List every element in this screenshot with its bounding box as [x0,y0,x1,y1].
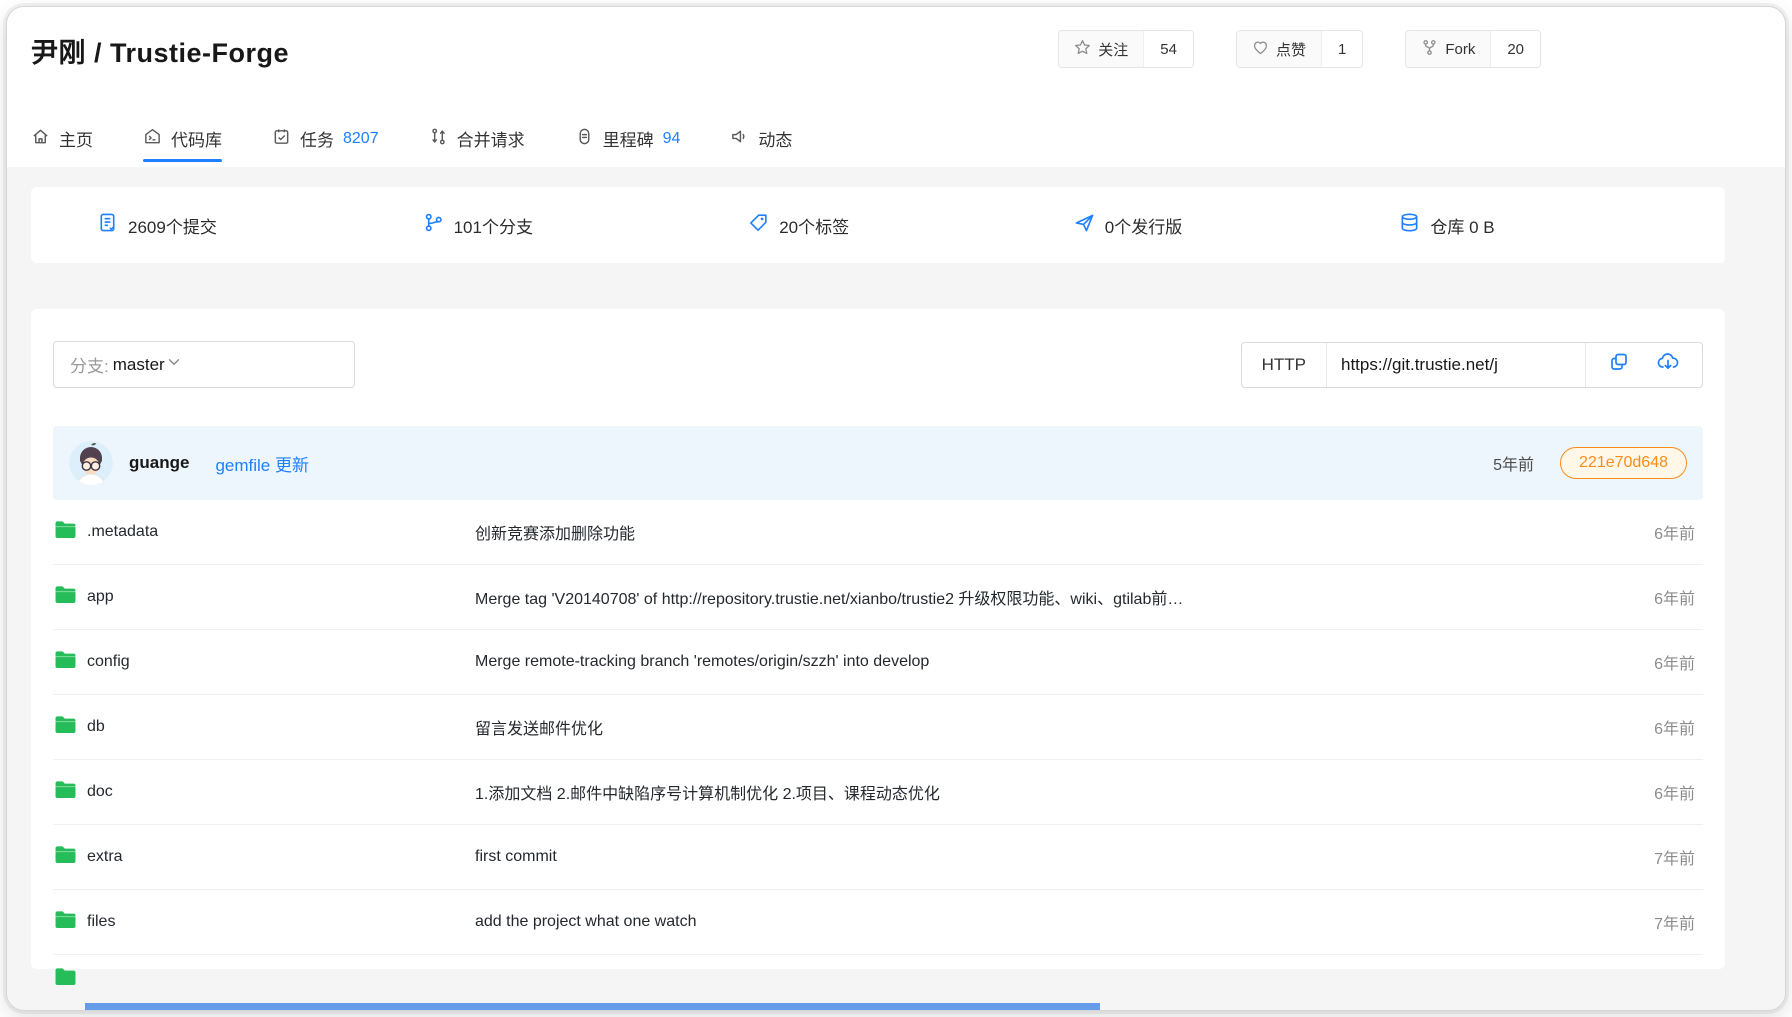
folder-icon [54,520,77,544]
table-row: files add the project what one watch 7年前 [53,890,1703,955]
watch-count[interactable]: 54 [1143,31,1193,67]
milestones-count-badge: 94 [663,130,681,148]
file-name[interactable]: config [87,653,130,671]
folder-icon [54,650,77,674]
table-row: .metadata 创新竞赛添加删除功能 6年前 [53,500,1703,565]
file-table: .metadata 创新竞赛添加删除功能 6年前 app Merge tag '… [53,500,1703,995]
fork-button[interactable]: Fork 20 [1405,30,1541,68]
tab-home[interactable]: 主页 [31,126,93,167]
commit-time: 5年前 [1493,451,1534,475]
table-row-partial [53,955,1703,995]
file-commit-time: 6年前 [1583,715,1703,739]
file-name[interactable]: files [87,913,115,931]
folder-icon [54,715,77,739]
repo-actions: 关注 54 点赞 1 Fork 20 [1058,30,1541,68]
commit-sha-badge[interactable]: 221e70d648 [1560,447,1687,479]
download-icon[interactable] [1656,350,1680,379]
table-row: config Merge remote-tracking branch 'rem… [53,630,1703,695]
file-commit-time: 6年前 [1583,520,1703,544]
file-commit-message[interactable]: Merge tag 'V20140708' of http://reposito… [475,585,1583,609]
avatar[interactable] [69,441,113,485]
stat-tags[interactable]: 20个标签 [748,212,1074,238]
app-window: 尹刚 / Trustie-Forge 关注 54 点赞 1 Fork [6,6,1786,1011]
repo-stats-bar: 2609个提交 101个分支 20个标签 0个发行版 仓库 0 B [31,187,1725,263]
repo-tabs: 主页 代码库 任务 8207 合并请求 里程碑 94 动态 [31,126,792,167]
clone-url-input[interactable] [1327,343,1585,387]
folder-icon [54,780,77,804]
file-name[interactable]: db [87,718,105,736]
repo-header: 尹刚 / Trustie-Forge 关注 54 点赞 1 Fork [7,7,1785,167]
table-row: db 留言发送邮件优化 6年前 [53,695,1703,760]
fork-label: Fork [1445,41,1475,58]
bottom-edge-artifact [85,1003,1100,1010]
like-button[interactable]: 点赞 1 [1236,30,1363,68]
tag-icon [748,212,769,238]
file-commit-time: 6年前 [1583,780,1703,804]
folder-icon [54,845,77,869]
tab-milestones[interactable]: 里程碑 94 [575,126,681,167]
folder-icon [54,585,77,609]
commit-message-link[interactable]: gemfile 更新 [215,451,309,476]
folder-icon[interactable] [54,967,77,991]
file-commit-message[interactable]: first commit [475,848,1583,866]
table-row: app Merge tag 'V20140708' of http://repo… [53,565,1703,630]
file-name[interactable]: .metadata [87,523,158,541]
branch-value: master [113,355,165,375]
stat-releases[interactable]: 0个发行版 [1074,212,1400,238]
repo-toolbar: 分支: master HTTP [31,309,1725,388]
file-commit-time: 6年前 [1583,650,1703,674]
task-icon [272,127,291,151]
home-icon [31,127,50,151]
table-row: doc 1.添加文档 2.邮件中缺陷序号计算机制优化 2.项目、课程动态优化 6… [53,760,1703,825]
file-name[interactable]: app [87,588,114,606]
tab-merge-requests[interactable]: 合并请求 [429,126,525,167]
activity-icon [730,127,749,151]
folder-icon [54,910,77,934]
latest-commit-bar: guange gemfile 更新 5年前 221e70d648 [53,426,1703,500]
commit-icon [97,212,118,238]
tab-code-repo[interactable]: 代码库 [143,126,222,167]
heart-icon [1252,39,1269,60]
fork-count[interactable]: 20 [1490,31,1540,67]
table-row: extra first commit 7年前 [53,825,1703,890]
like-label: 点赞 [1276,39,1306,60]
fork-icon [1421,39,1438,60]
chevron-down-icon [165,353,183,376]
copy-icon[interactable] [1608,351,1630,378]
branch-icon [423,212,444,238]
file-commit-time: 6年前 [1583,585,1703,609]
file-name[interactable]: doc [87,783,113,801]
tasks-count-badge: 8207 [343,130,379,148]
protocol-button[interactable]: HTTP [1242,343,1327,387]
tab-tasks[interactable]: 任务 8207 [272,126,379,167]
page-title: 尹刚 / Trustie-Forge [31,31,289,70]
star-icon [1074,39,1091,60]
file-commit-message[interactable]: Merge remote-tracking branch 'remotes/or… [475,653,1583,671]
stat-commits[interactable]: 2609个提交 [97,212,423,238]
stat-branches[interactable]: 101个分支 [423,212,749,238]
stat-storage[interactable]: 仓库 0 B [1399,212,1725,238]
file-name[interactable]: extra [87,848,123,866]
release-icon [1074,212,1095,238]
branch-label: 分支: [70,352,109,377]
branch-selector[interactable]: 分支: master [53,341,355,388]
milestone-icon [575,127,594,151]
repo-browser-card: 分支: master HTTP [31,309,1725,969]
file-commit-message[interactable]: 1.添加文档 2.邮件中缺陷序号计算机制优化 2.项目、课程动态优化 [475,780,1583,804]
watch-button[interactable]: 关注 54 [1058,30,1194,68]
clone-url-group: HTTP [1241,342,1703,388]
merge-request-icon [429,127,448,151]
storage-icon [1399,212,1420,238]
file-commit-message[interactable]: add the project what one watch [475,913,1583,931]
commit-author[interactable]: guange [129,453,189,473]
file-commit-message[interactable]: 创新竞赛添加删除功能 [475,520,1583,544]
file-commit-time: 7年前 [1583,910,1703,934]
tab-activity[interactable]: 动态 [730,126,792,167]
file-commit-message[interactable]: 留言发送邮件优化 [475,715,1583,739]
like-count[interactable]: 1 [1321,31,1362,67]
watch-label: 关注 [1098,39,1128,60]
file-commit-time: 7年前 [1583,845,1703,869]
code-repo-icon [143,127,162,151]
